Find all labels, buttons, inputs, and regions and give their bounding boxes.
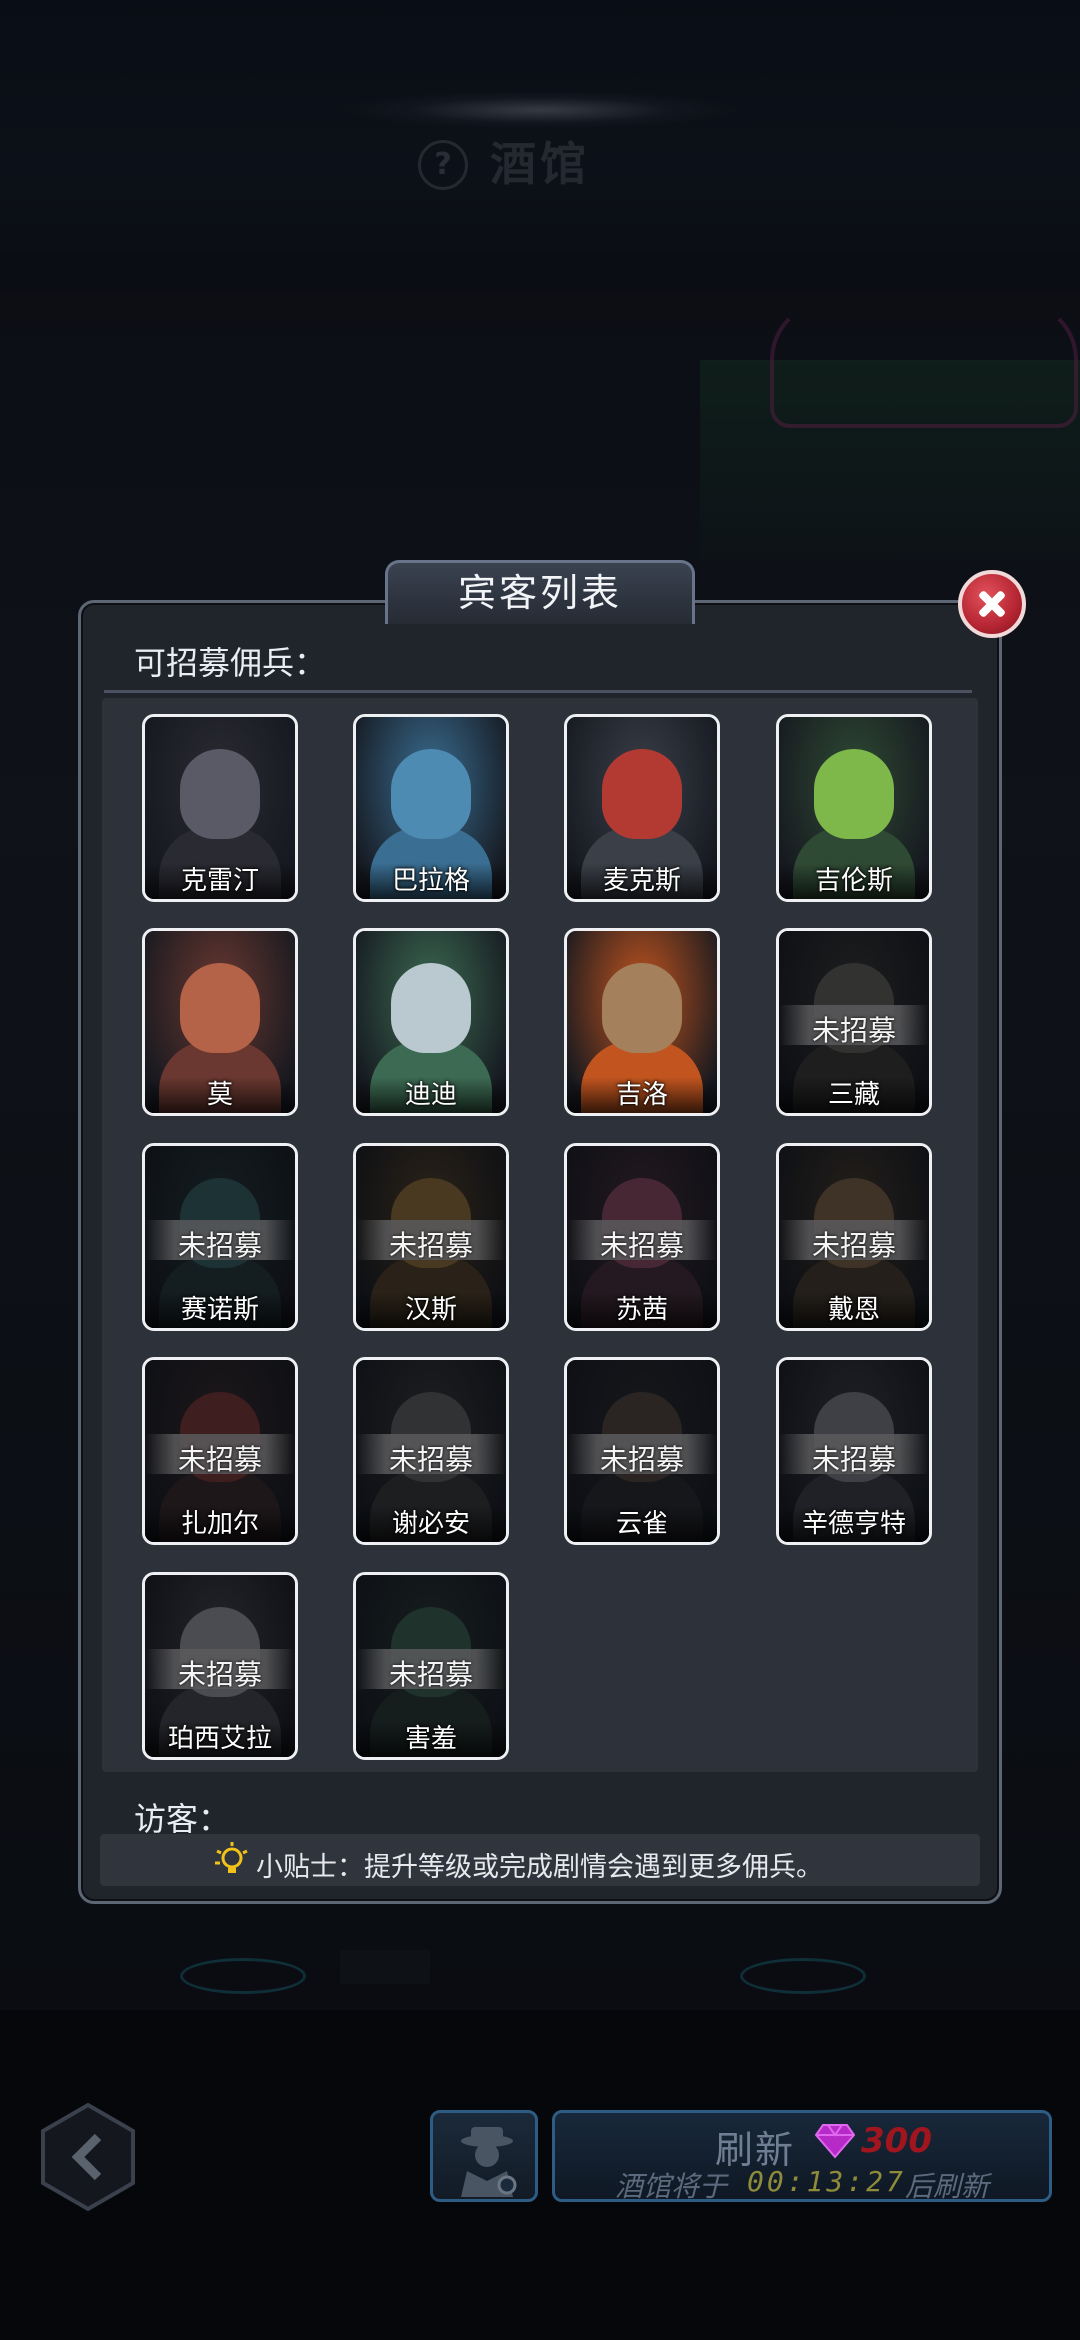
close-button[interactable] bbox=[958, 570, 1026, 638]
lightbulb-icon bbox=[215, 1842, 248, 1873]
locked-label: 未招募 bbox=[177, 1229, 262, 1262]
hero-card[interactable]: 未招募 扎加尔 bbox=[142, 1357, 298, 1545]
locked-label: 未招募 bbox=[388, 1658, 473, 1691]
locked-label: 未招募 bbox=[177, 1658, 262, 1691]
locked-label: 未招募 bbox=[599, 1229, 684, 1262]
hero-card[interactable]: 未招募 害羞 bbox=[353, 1572, 509, 1760]
back-button[interactable] bbox=[38, 2102, 138, 2212]
locked-label: 未招募 bbox=[599, 1443, 684, 1476]
divider bbox=[104, 690, 972, 693]
locked-label: 未招募 bbox=[811, 1014, 896, 1047]
gem-icon bbox=[815, 2124, 855, 2159]
hero-card[interactable]: 未招募 辛德亨特 bbox=[776, 1357, 932, 1545]
refresh-timer: 00:13:27 bbox=[747, 2165, 906, 2198]
hero-name: 赛诺斯 bbox=[180, 1295, 259, 1325]
hero-name: 珀西艾拉 bbox=[167, 1724, 272, 1754]
spy-button[interactable] bbox=[430, 2110, 538, 2202]
locked-label: 未招募 bbox=[388, 1229, 473, 1262]
hero-card[interactable]: 未招募 三藏 bbox=[776, 928, 932, 1116]
hero-card[interactable]: 未招募 汉斯 bbox=[353, 1143, 509, 1331]
locked-label: 未招募 bbox=[388, 1443, 473, 1476]
hero-face bbox=[391, 963, 471, 1053]
hero-name: 麦克斯 bbox=[602, 866, 681, 896]
hero-name: 克雷汀 bbox=[180, 866, 259, 896]
hero-card[interactable]: 未招募 谢必安 bbox=[353, 1357, 509, 1545]
hero-name: 云雀 bbox=[615, 1509, 668, 1539]
hero-card[interactable]: 未招募 戴恩 bbox=[776, 1143, 932, 1331]
locked-label: 未招募 bbox=[811, 1229, 896, 1262]
hero-card[interactable]: 莫 bbox=[142, 928, 298, 1116]
hero-card[interactable]: 未招募 赛诺斯 bbox=[142, 1143, 298, 1331]
hero-card[interactable]: 未招募 苏茜 bbox=[564, 1143, 720, 1331]
locked-label: 未招募 bbox=[811, 1443, 896, 1476]
refresh-suffix: 后刷新 bbox=[905, 2170, 990, 2203]
hero-card[interactable]: 未招募 云雀 bbox=[564, 1357, 720, 1545]
refresh-button[interactable]: 刷新 300 酒馆将于 00:13:27 后刷新 bbox=[552, 2110, 1052, 2203]
hero-name: 扎加尔 bbox=[180, 1509, 259, 1539]
hero-name: 三藏 bbox=[827, 1080, 880, 1110]
chevron-left-icon bbox=[41, 2102, 135, 2212]
refresh-prefix: 酒馆将于 bbox=[615, 2170, 728, 2203]
spy-icon bbox=[461, 2127, 517, 2197]
hero-card[interactable]: 吉伦斯 bbox=[776, 714, 932, 902]
hero-name: 戴恩 bbox=[827, 1295, 880, 1325]
hero-card[interactable]: 未招募 珀西艾拉 bbox=[142, 1572, 298, 1760]
hero-name: 害羞 bbox=[404, 1724, 457, 1754]
hero-name: 辛德亨特 bbox=[801, 1509, 906, 1539]
hero-card[interactable]: 巴拉格 bbox=[353, 714, 509, 902]
hero-name: 苏茜 bbox=[615, 1295, 668, 1325]
tip-text: 小贴士：提升等级或完成剧情会遇到更多佣兵。 bbox=[256, 1852, 823, 1883]
hero-face bbox=[814, 749, 894, 839]
locked-label: 未招募 bbox=[177, 1443, 262, 1476]
recruitable-heading: 可招募佣兵： bbox=[134, 644, 327, 682]
hero-face bbox=[602, 749, 682, 839]
hero-name: 谢必安 bbox=[391, 1509, 470, 1539]
hero-name: 吉洛 bbox=[615, 1080, 668, 1110]
hero-name: 迪迪 bbox=[404, 1080, 457, 1110]
hero-name: 吉伦斯 bbox=[814, 866, 893, 896]
hero-face bbox=[180, 963, 260, 1053]
hero-card[interactable]: 克雷汀 bbox=[142, 714, 298, 902]
hero-face bbox=[391, 749, 471, 839]
refresh-cost: 300 bbox=[861, 2121, 932, 2161]
hero-face bbox=[180, 749, 260, 839]
hero-face bbox=[602, 963, 682, 1053]
hero-name: 巴拉格 bbox=[391, 866, 470, 896]
hero-name: 汉斯 bbox=[404, 1295, 457, 1325]
hero-card[interactable]: 麦克斯 bbox=[564, 714, 720, 902]
hero-card[interactable]: 迪迪 bbox=[353, 928, 509, 1116]
dialog-title: 宾客列表 bbox=[385, 560, 695, 624]
hero-name: 莫 bbox=[206, 1080, 233, 1110]
hero-card[interactable]: 吉洛 bbox=[564, 928, 720, 1116]
